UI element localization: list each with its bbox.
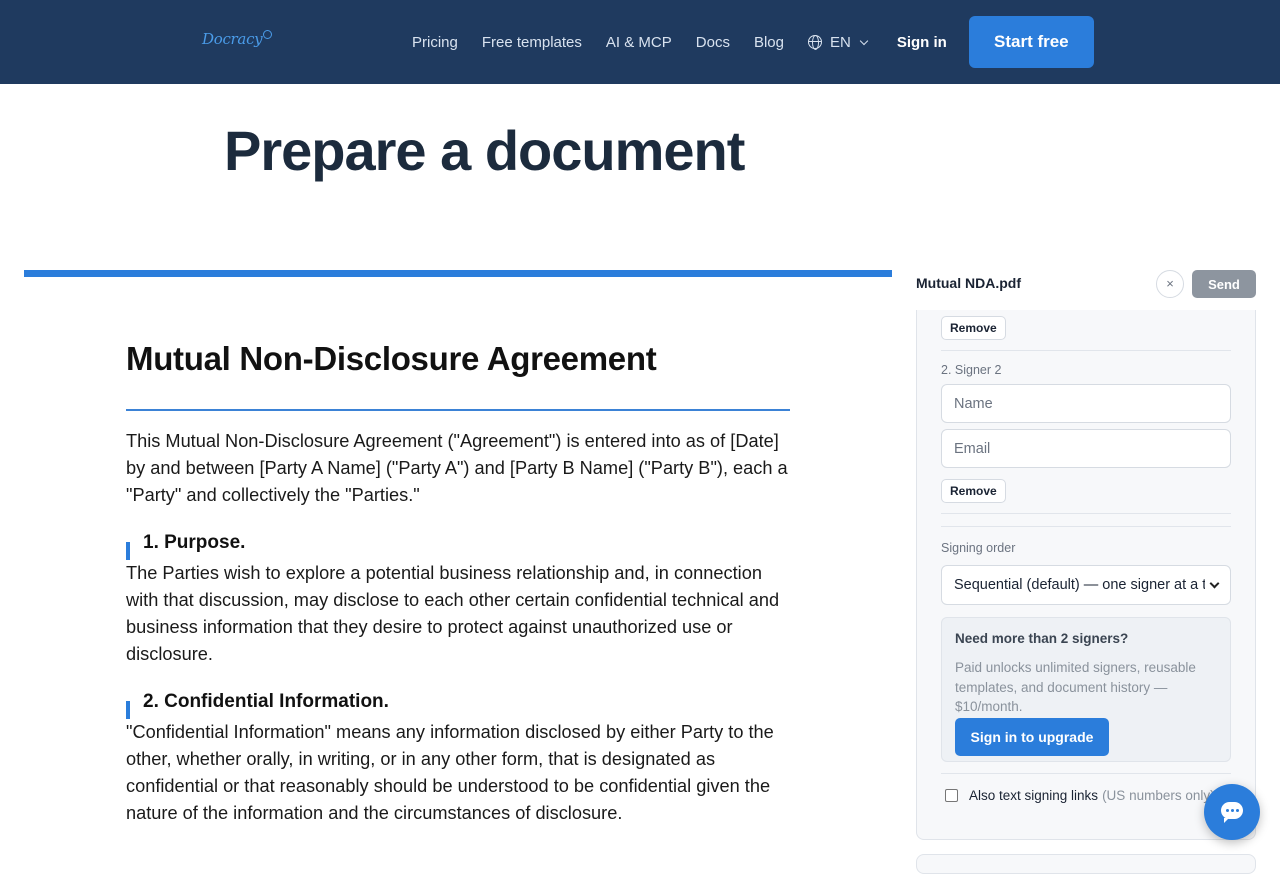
section-heading: 2. Confidential Information. bbox=[126, 688, 790, 719]
signer-2-label: 2. Signer 2 bbox=[941, 363, 1002, 377]
chat-dot bbox=[1231, 809, 1234, 812]
chevron-down-icon bbox=[1209, 578, 1220, 588]
signing-order-label: Signing order bbox=[941, 541, 1016, 555]
sign-in-link[interactable]: Sign in bbox=[897, 34, 947, 51]
divider bbox=[941, 513, 1231, 514]
nav-free-templates[interactable]: Free templates bbox=[482, 34, 582, 51]
signing-order-value: Sequential (default) — one signer at a t… bbox=[954, 577, 1205, 593]
nav-docs[interactable]: Docs bbox=[696, 34, 730, 51]
remove-signer-1-button[interactable]: Remove bbox=[941, 316, 1006, 340]
upgrade-callout: Need more than 2 signers? Paid unlocks u… bbox=[941, 617, 1231, 762]
chat-launcher-button[interactable] bbox=[1204, 784, 1260, 840]
language-label: EN bbox=[829, 33, 851, 51]
divider bbox=[941, 526, 1231, 527]
file-name: Mutual NDA.pdf bbox=[916, 275, 1021, 291]
signers-panel: Remove 2. Signer 2 Remove Signing order … bbox=[916, 310, 1256, 840]
divider bbox=[941, 773, 1231, 774]
main-nav: Pricing Free templates AI & MCP Docs Blo… bbox=[412, 0, 1094, 84]
signer-2-name-input[interactable] bbox=[941, 384, 1231, 423]
remove-signer-2-button[interactable]: Remove bbox=[941, 479, 1006, 503]
send-button[interactable]: Send bbox=[1192, 270, 1256, 298]
nav-blog[interactable]: Blog bbox=[754, 34, 784, 51]
logo-mark-icon bbox=[263, 30, 273, 39]
close-file-button[interactable]: × bbox=[1156, 270, 1184, 298]
signer-2-email-input[interactable] bbox=[941, 429, 1231, 468]
signing-order-select[interactable]: Sequential (default) — one signer at a t… bbox=[941, 565, 1231, 605]
top-navigation-bar: Docracy Pricing Free templates AI & MCP … bbox=[0, 0, 1280, 84]
sms-label: Also text signing links bbox=[969, 788, 1099, 803]
document-title: Mutual Non-Disclosure Agreement bbox=[126, 340, 657, 377]
language-selector[interactable]: EN bbox=[807, 33, 869, 51]
chat-dot bbox=[1236, 809, 1239, 812]
chevron-down-icon bbox=[859, 36, 869, 45]
section-heading: 1. Purpose. bbox=[126, 529, 790, 560]
section-body: The Parties wish to explore a potential … bbox=[126, 563, 780, 664]
document-preview: Mutual Non-Disclosure Agreement This Mut… bbox=[126, 340, 790, 827]
sign-in-to-upgrade-button[interactable]: Sign in to upgrade bbox=[955, 718, 1109, 756]
sms-hint: (US numbers only) bbox=[1102, 788, 1215, 803]
document-title-rule bbox=[126, 409, 790, 411]
logo-text: Docracy bbox=[202, 30, 263, 48]
upgrade-title: Need more than 2 signers? bbox=[955, 631, 1129, 646]
nav-pricing[interactable]: Pricing bbox=[412, 34, 458, 51]
upgrade-text: Paid unlocks unlimited signers, reusable… bbox=[955, 660, 1196, 714]
nav-ai-mcp[interactable]: AI & MCP bbox=[606, 34, 672, 51]
chat-dot bbox=[1226, 809, 1229, 812]
document-intro: This Mutual Non-Disclosure Agreement ("A… bbox=[126, 431, 788, 505]
section-body: "Confidential Information" means any inf… bbox=[126, 722, 774, 823]
start-free-button[interactable]: Start free bbox=[968, 16, 1094, 68]
divider bbox=[941, 350, 1231, 351]
page-title: Prepare a document bbox=[224, 119, 745, 182]
document-top-border bbox=[24, 270, 892, 277]
docracy-logo[interactable]: Docracy bbox=[202, 30, 273, 48]
chat-bubble-icon bbox=[1221, 802, 1243, 823]
sms-checkbox[interactable] bbox=[945, 789, 958, 802]
panel-header: Mutual NDA.pdf × Send bbox=[916, 270, 1256, 310]
next-panel-card bbox=[916, 854, 1256, 874]
globe-icon bbox=[807, 35, 822, 50]
sms-option-row: Also text signing links (US numbers only… bbox=[945, 788, 1215, 803]
